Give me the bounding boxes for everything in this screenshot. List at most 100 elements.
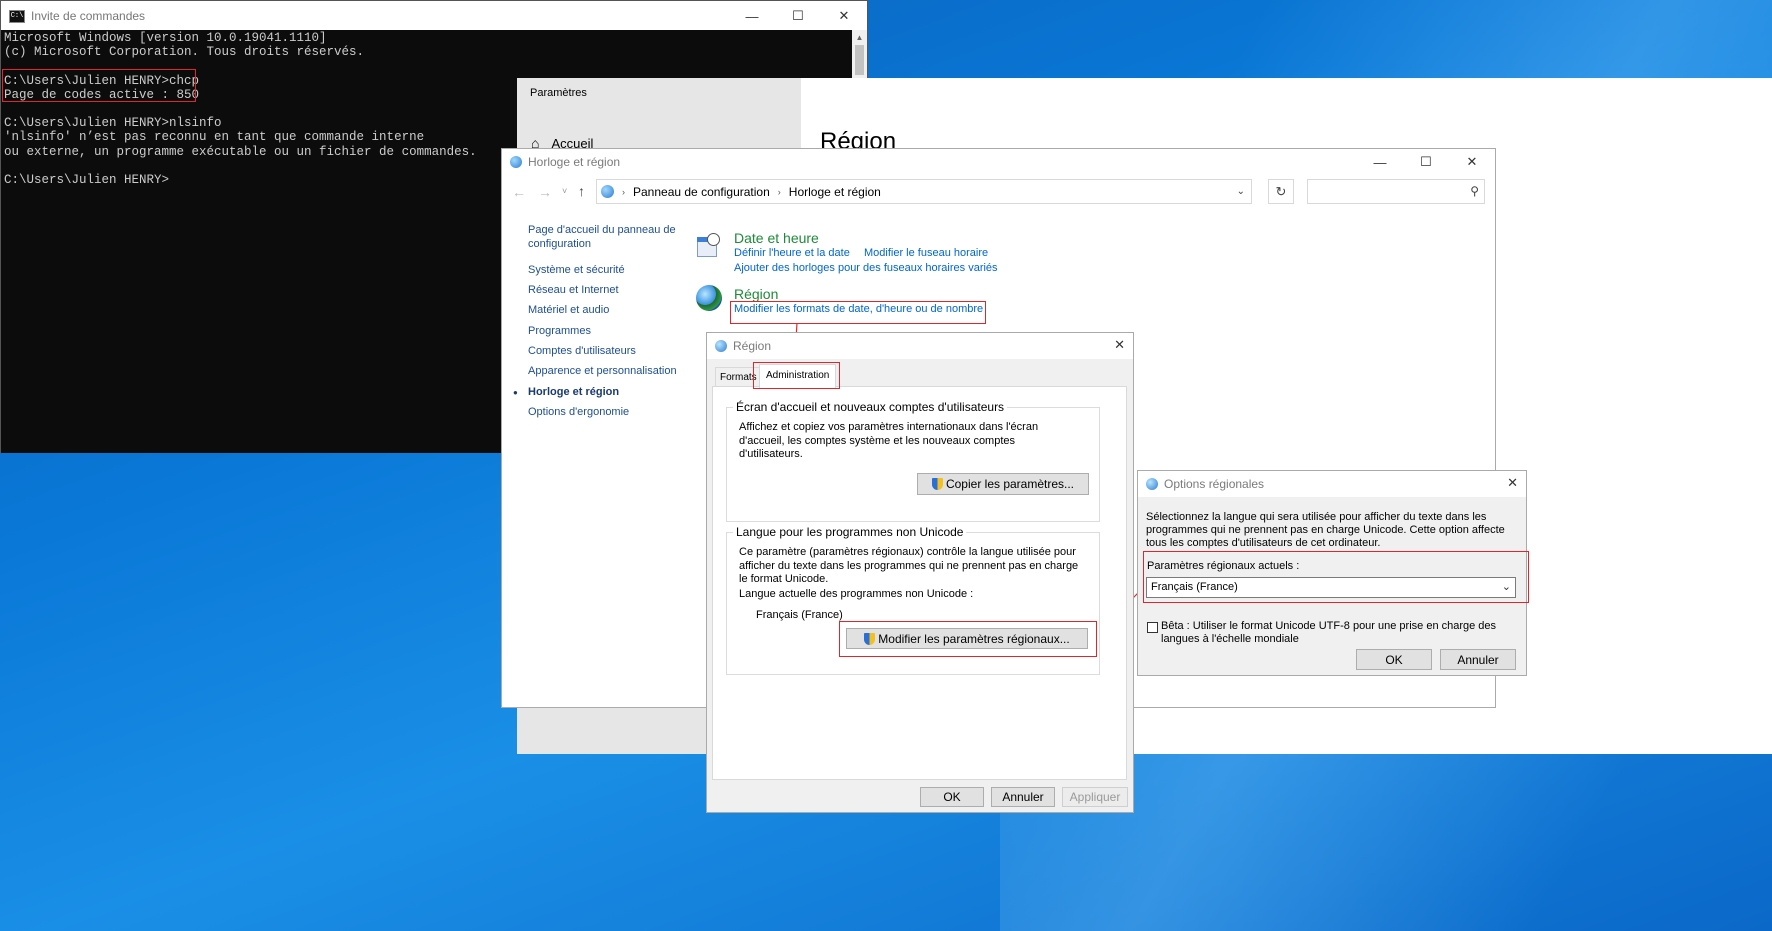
scroll-thumb[interactable] [855,45,864,75]
cmd-line: (c) Microsoft Corporation. Tous droits r… [4,45,365,60]
maximize-button[interactable]: ☐ [1403,149,1449,175]
regional-options-dialog: Options régionales ✕ Sélectionnez la lan… [1137,470,1529,676]
welcome-screen-group: Écran d'accueil et nouveaux comptes d'ut… [726,400,1100,522]
forward-arrow-icon[interactable]: → [538,184,552,200]
scroll-up-arrow-icon[interactable]: ▲ [852,30,867,45]
sidebar-item[interactable]: Programmes [528,325,680,339]
add-clocks-link[interactable]: Ajouter des horloges pour des fuseaux ho… [734,262,998,274]
refresh-button[interactable]: ↻ [1268,179,1294,204]
change-timezone-link[interactable]: Modifier le fuseau horaire [864,247,988,259]
cmd-title: Invite de commandes [31,9,146,23]
active-bullet-icon: ● [513,388,518,397]
non-unicode-group: Langue pour les programmes non Unicode C… [726,525,1100,675]
sidebar-item[interactable]: Matériel et audio [528,304,680,318]
sidebar-item-label: Apparence et personnalisation [528,365,677,377]
breadcrumb-control-panel[interactable]: Panneau de configuration [633,185,770,199]
sidebar-item-label: Comptes d'utilisateurs [528,345,636,357]
close-button[interactable]: ✕ [1449,149,1495,175]
minimize-button[interactable]: — [1357,149,1403,175]
region-dialog-title: Région [733,339,772,353]
search-input[interactable]: ⚲ [1307,179,1485,204]
welcome-group-title: Écran d'accueil et nouveaux comptes d'ut… [733,400,1008,414]
region-title[interactable]: Région [734,286,778,302]
close-button[interactable]: ✕ [821,1,867,31]
change-locale-highlight [839,621,1097,657]
breadcrumb-separator-icon: › [777,186,781,197]
non-unicode-current-label: Langue actuelle des programmes non Unico… [739,588,974,600]
formats-link-highlight [730,301,986,324]
ok-button[interactable]: OK [1356,649,1432,670]
set-date-time-link[interactable]: Définir l'heure et la date [734,247,850,259]
cmd-line: C:\Users\Julien HENRY> [4,172,170,187]
cmd-icon: C:\ [9,9,25,23]
cancel-button[interactable]: Annuler [991,787,1055,807]
globe-icon [1146,478,1158,490]
refresh-icon: ↻ [1275,183,1287,199]
ok-button[interactable]: OK [920,787,984,807]
cmd-line: 'nlsinfo' n’est pas reconnu en tant que … [4,130,425,145]
date-time-title[interactable]: Date et heure [734,230,819,246]
sidebar-item-label: Matériel et audio [528,304,610,316]
chevron-down-icon[interactable]: ⌄ [1237,186,1245,197]
cmd-highlight [2,69,196,102]
globe-icon [696,285,722,311]
address-bar[interactable]: › Panneau de configuration › Horloge et … [596,179,1252,204]
sidebar-item-label: Programmes [528,325,591,337]
breadcrumb-separator-icon: › [622,186,625,197]
control-panel-icon [601,185,614,198]
apply-button[interactable]: Appliquer [1062,787,1128,807]
sidebar-item[interactable]: Apparence et personnalisation [528,365,680,379]
minimize-button[interactable]: — [729,1,775,31]
sidebar-item-label: Options d'ergonomie [528,406,630,418]
cmd-line [4,159,477,173]
globe-icon [715,340,727,352]
region-dialog-titlebar[interactable]: Région ✕ [707,333,1133,359]
cancel-button[interactable]: Annuler [1440,649,1516,670]
sidebar-item[interactable]: Comptes d'utilisateurs [528,345,680,359]
copy-settings-button[interactable]: Copier les paramètres... [917,473,1089,495]
sidebar-item-label: Réseau et Internet [528,284,619,296]
cmd-line: Microsoft Windows [version 10.0.19041.11… [4,31,327,45]
sidebar-item[interactable]: Page d'accueil du panneau de configurati… [528,224,680,251]
cp-titlebar[interactable]: Horloge et région — ☐ ✕ [502,149,1495,175]
regional-options-title: Options régionales [1164,477,1265,491]
cmd-line: C:\Users\Julien HENRY>nlsinfo [4,116,222,131]
tab-panel: Écran d'accueil et nouveaux comptes d'ut… [712,386,1127,780]
non-unicode-text: Ce paramètre (paramètres régionaux) cont… [739,546,1079,585]
locale-select-highlight [1143,551,1529,603]
sidebar-item-label: Système et sécurité [528,264,625,276]
regional-options-titlebar[interactable]: Options régionales ✕ [1138,471,1526,497]
up-arrow-icon[interactable]: ↑ [578,183,585,199]
sidebar-item[interactable]: Options d'ergonomie [528,406,680,420]
date-time-icon [695,233,721,259]
welcome-group-text: Affichez et copiez vos paramètres intern… [739,421,1039,460]
cmd-line: ou externe, un programme exécutable ou u… [4,144,477,159]
sidebar-item[interactable]: Réseau et Internet [528,284,680,298]
close-button[interactable]: ✕ [1114,337,1125,353]
cmd-output: Microsoft Windows [version 10.0.19041.11… [4,31,477,187]
breadcrumb-clock-region[interactable]: Horloge et région [789,185,881,199]
control-panel-icon [510,156,522,168]
non-unicode-group-title: Langue pour les programmes non Unicode [733,525,967,539]
close-button[interactable]: ✕ [1507,475,1518,491]
sidebar-item[interactable]: Système et sécurité [528,264,680,278]
admin-tab-highlight [753,362,840,389]
shield-icon [931,478,943,490]
region-dialog: Région ✕ Formats Administration Écran d'… [706,332,1134,813]
beta-utf8-checkbox[interactable] [1147,622,1158,633]
non-unicode-current-value: Français (France) [756,609,843,621]
cmd-line [4,102,477,116]
beta-utf8-label[interactable]: Bêta : Utiliser le format Unicode UTF-8 … [1161,620,1521,646]
cp-title: Horloge et région [528,155,621,169]
cmd-titlebar[interactable]: C:\ Invite de commandes — ☐ ✕ [1,1,867,31]
sidebar-item-label: Page d'accueil du panneau de configurati… [528,224,676,250]
settings-title: Paramètres [530,87,587,99]
regional-options-description: Sélectionnez la langue qui sera utilisée… [1146,511,1505,549]
search-icon: ⚲ [1470,184,1479,198]
recent-dropdown-icon[interactable]: ˅ [562,186,567,196]
back-arrow-icon[interactable]: ← [512,184,526,200]
sidebar-item[interactable]: ● Horloge et région [513,386,680,400]
sidebar-item-label: Horloge et région [528,386,620,398]
maximize-button[interactable]: ☐ [775,1,821,31]
copy-settings-label: Copier les paramètres... [945,477,1075,491]
